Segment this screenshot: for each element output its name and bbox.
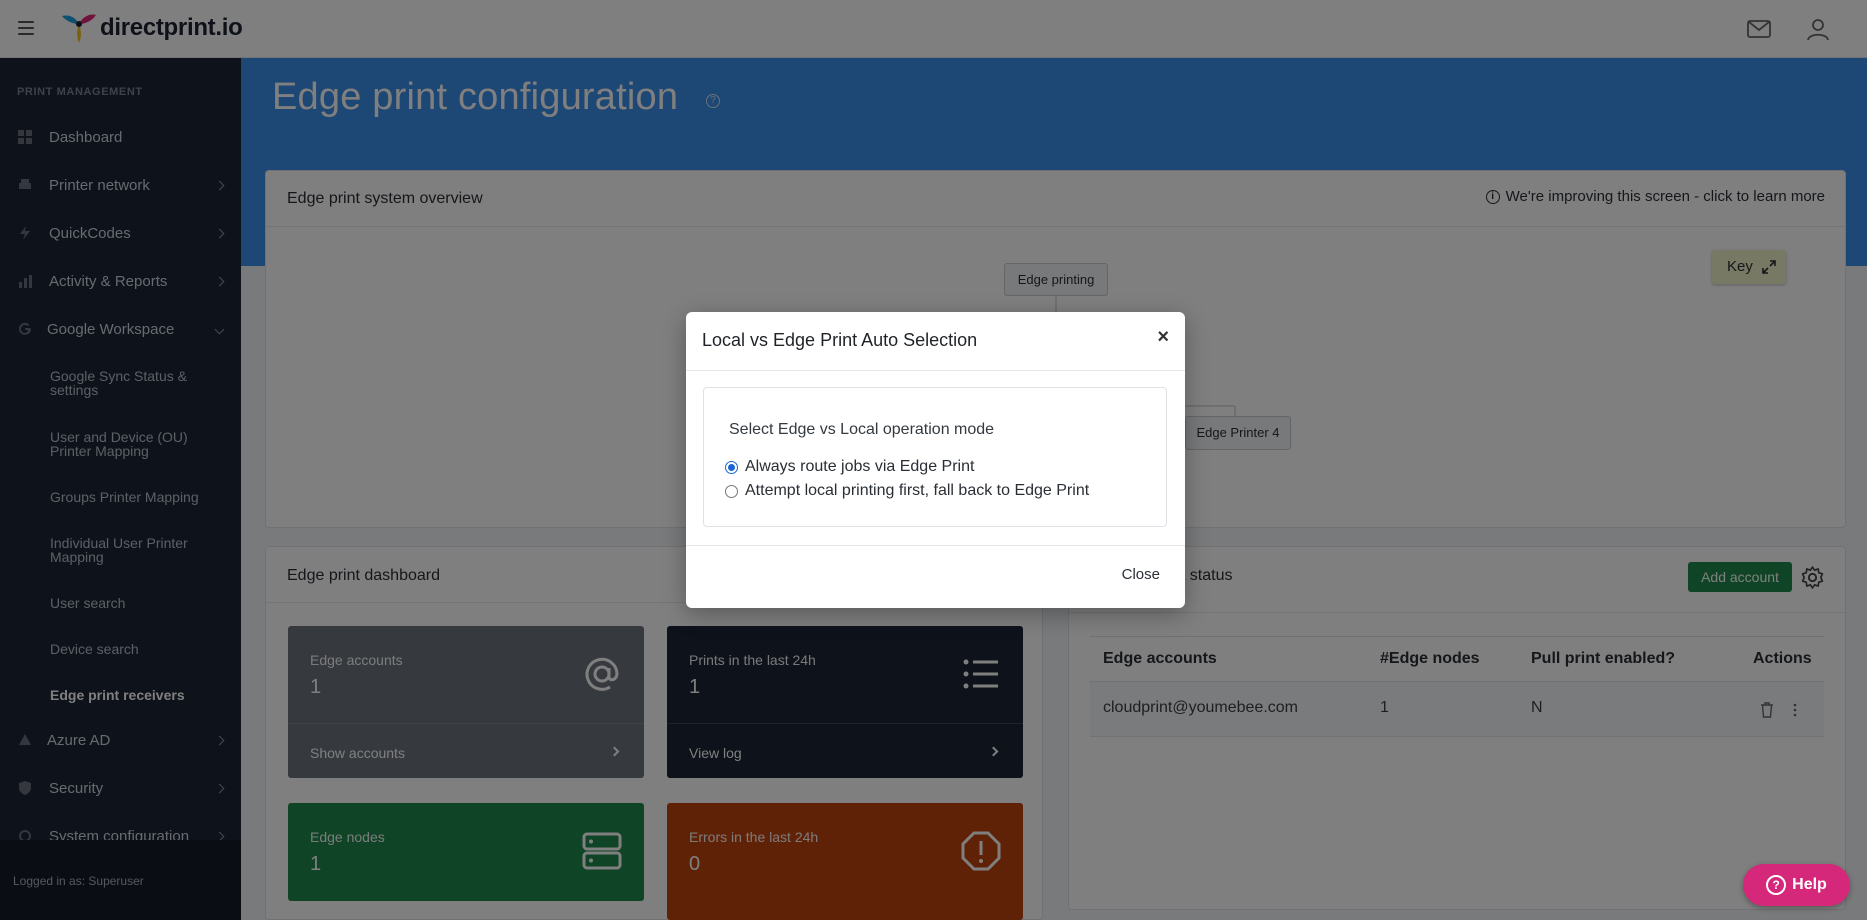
modal-title: Local vs Edge Print Auto Selection [702, 330, 978, 350]
help-label: Help [1792, 876, 1827, 893]
operation-mode-group: Select Edge vs Local operation mode Alwa… [703, 387, 1167, 527]
question-icon: ? [1766, 875, 1787, 895]
operation-mode-label: Select Edge vs Local operation mode [729, 421, 995, 438]
radio-option-local-first[interactable]: Attempt local printing first, fall back … [725, 482, 1089, 500]
auto-selection-modal: Local vs Edge Print Auto Selection × Sel… [686, 312, 1185, 608]
modal-divider [686, 370, 1185, 371]
radio-label: Attempt local printing first, fall back … [745, 482, 1090, 499]
radio-button[interactable] [725, 484, 738, 498]
help-button[interactable]: ? Help [1743, 864, 1850, 906]
radio-button[interactable] [725, 460, 738, 474]
modal-divider [686, 545, 1185, 546]
modal-close-button[interactable]: Close [1122, 566, 1160, 583]
radio-option-edge-print[interactable]: Always route jobs via Edge Print [725, 458, 974, 476]
radio-label: Always route jobs via Edge Print [745, 458, 975, 475]
close-icon[interactable]: × [1157, 327, 1169, 347]
